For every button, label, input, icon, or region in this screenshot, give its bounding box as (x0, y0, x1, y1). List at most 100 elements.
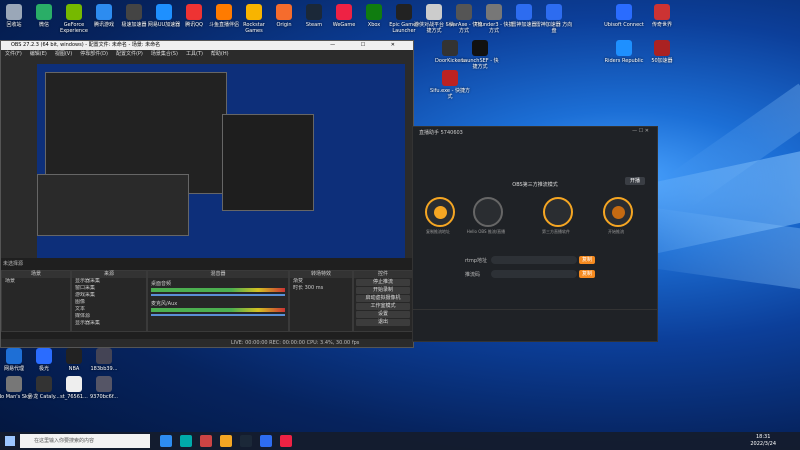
helper-step-label-1: Hello OBS 推流/直播 (466, 229, 506, 234)
desktop-right-icon-1[interactable]: 传奇世界 (642, 4, 682, 28)
taskbar-app-icon-2[interactable] (200, 435, 212, 447)
taskbar-search[interactable]: 在这里输入你要搜索的内容 (20, 434, 150, 448)
desktop-mid-icon-2[interactable]: Sifu.exe - 快捷方式 (430, 70, 470, 100)
helper-window-controls[interactable]: — ☐ ✕ (632, 128, 649, 134)
controls-title: 控件 (354, 271, 412, 278)
taskbar-app-icon-0[interactable] (160, 435, 172, 447)
transition-duration[interactable]: 时长 300 ms (290, 285, 352, 292)
volume-meter (151, 288, 285, 292)
volume-slider[interactable] (151, 294, 285, 296)
transition-type[interactable]: 渐变 (290, 278, 352, 285)
scene-item-0[interactable]: 场景 (2, 278, 70, 285)
desktop-right-icon-3-icon (654, 40, 670, 56)
desktop-icon-11-icon (336, 4, 352, 20)
source-item-6[interactable]: 显示器采集 (72, 320, 146, 327)
obs-menu-item-2[interactable]: 视图(V) (55, 51, 72, 57)
step-node-3[interactable] (543, 197, 573, 227)
helper-titlebar[interactable]: 直播助手 5740603 — ☐ ✕ (413, 127, 657, 137)
control-button-2[interactable]: 启动虚拟摄像机 (356, 295, 410, 302)
obs-menu-item-4[interactable]: 配置文件(P) (116, 51, 143, 57)
source-item-2[interactable]: 游戏采集 (72, 292, 146, 299)
clock[interactable]: 18:31 2022/3/24 (750, 434, 776, 448)
desktop-icon-17-icon (516, 4, 532, 20)
taskbar: 在这里输入你要搜索的内容 18:31 2022/3/24 (0, 432, 800, 450)
step-node-1[interactable] (425, 197, 455, 227)
desktop-right-icon-2-label: Riders Republic (604, 58, 644, 64)
obs-titlebar[interactable]: OBS 27.2.3 (64 bit, windows) - 配置文件: 未命名… (1, 41, 413, 50)
rtmp-field[interactable] (491, 256, 577, 264)
search-placeholder: 在这里输入你要搜索的内容 (34, 438, 95, 444)
desktop-icon-2-icon (66, 4, 82, 20)
sources-panel[interactable]: 来源 显示器采集 窗口采集 游戏采集 图像 文本 媒体源 显示器采集 (71, 270, 147, 332)
taskbar-app-icon-1[interactable] (180, 435, 192, 447)
desktop-right-icon-2[interactable]: Riders Republic (604, 40, 644, 64)
desktop-mid-icon-1[interactable]: LaunchSEF - 快捷方式 (460, 40, 500, 70)
helper-footer-toolbar[interactable] (413, 309, 657, 336)
desktop-icon-3-icon (96, 4, 112, 20)
copy-rtmp-button[interactable]: 复制 (579, 256, 595, 264)
source-item-4[interactable]: 文本 (72, 306, 146, 313)
desktop-right-icon-0[interactable]: Ubisoft Connect (604, 4, 644, 28)
control-button-0[interactable]: 停止推流 (356, 279, 410, 286)
source-item-0[interactable]: 显示器采集 (72, 278, 146, 285)
obs-menu-item-5[interactable]: 场景集合(S) (151, 51, 178, 57)
desktop-bottom-icon-2-icon (66, 348, 82, 364)
control-button-3[interactable]: 工作室模式 (356, 303, 410, 310)
control-button-4[interactable]: 设置 (356, 311, 410, 318)
desktop-bottom-icon-7-icon (96, 376, 112, 392)
desktop-mid-icon-2-label: Sifu.exe - 快捷方式 (430, 88, 470, 100)
desktop-icon-18-label: 雷神加速器 方向盘 (535, 22, 573, 34)
control-button-1[interactable]: 开始录制 (356, 287, 410, 294)
obs-window[interactable]: OBS 27.2.3 (64 bit, windows) - 配置文件: 未命名… (0, 40, 414, 348)
mixer-track-0[interactable]: 桌面音频 (148, 278, 288, 298)
obs-preview[interactable] (37, 64, 405, 274)
obs-menu-item-3[interactable]: 停靠部件(D) (80, 51, 108, 57)
desktop-bottom-icon-1-icon (36, 348, 52, 364)
desktop-bottom-icon-3[interactable]: 183bb39... (84, 348, 124, 372)
desktop-icon-5-icon (156, 4, 172, 20)
obs-title: OBS 27.2.3 (64 bit, windows) - 配置文件: 未命名… (11, 42, 161, 48)
volume-slider[interactable] (151, 314, 285, 316)
start-icon[interactable] (5, 436, 15, 446)
control-button-5[interactable]: 退出 (356, 319, 410, 326)
desktop-right-icon-1-icon (654, 4, 670, 20)
step-node-4[interactable] (603, 197, 633, 227)
taskbar-app-icon-3[interactable] (220, 435, 232, 447)
desktop-right-icon-3[interactable]: 50加速器 (642, 40, 682, 64)
step-node-2[interactable] (473, 197, 503, 227)
desktop-icon-4-icon (126, 4, 142, 20)
source-item-5[interactable]: 媒体源 (72, 313, 146, 320)
transitions-panel[interactable]: 转场特效 渐变 时长 300 ms (289, 270, 353, 332)
source-item-1[interactable]: 窗口采集 (72, 285, 146, 292)
mixer-track-1[interactable]: 麦克风/Aux (148, 298, 288, 318)
source-item-3[interactable]: 图像 (72, 299, 146, 306)
rtmp-label: rtmp地址 (465, 258, 488, 264)
mixer-panel[interactable]: 混音器 桌面音频 麦克风/Aux (147, 270, 289, 332)
controls-panel[interactable]: 控件 停止推流 开始录制 启动虚拟摄像机 工作室模式 设置 退出 (353, 270, 413, 332)
scenes-panel[interactable]: 场景 场景 (1, 270, 71, 332)
desktop-bottom-icon-4-icon (6, 376, 22, 392)
copy-key-button[interactable]: 复制 (579, 270, 595, 278)
obs-menu-item-0[interactable]: 文件(F) (5, 51, 22, 57)
desktop-icon-18[interactable]: 雷神加速器 方向盘 (534, 4, 574, 34)
taskbar-app-icon-4[interactable] (240, 435, 252, 447)
desktop-icon-6-icon (186, 4, 202, 20)
desktop-bottom-icon-3-label: 183bb39... (90, 366, 118, 372)
desktop-bottom-icon-5-icon (36, 376, 52, 392)
mixer-title: 混音器 (148, 271, 288, 278)
desktop-bottom-icon-7[interactable]: 9370bc6f... (84, 376, 124, 400)
obs-menu-item-6[interactable]: 工具(T) (186, 51, 203, 57)
key-field[interactable] (491, 270, 577, 278)
window-controls[interactable]: — ☐ ✕ (330, 41, 407, 50)
desktop-bottom-icon-6-icon (66, 376, 82, 392)
obs-menubar[interactable]: 文件(F) 编辑(E) 视图(V) 停靠部件(D) 配置文件(P) 场景集合(S) 工具(T… (1, 50, 413, 58)
desktop-right-icon-0-icon (616, 4, 632, 20)
obs-menu-item-7[interactable]: 帮助(H) (211, 51, 229, 57)
clock-date: 2022/3/24 (750, 441, 776, 447)
stream-helper-window[interactable]: 直播助手 5740603 — ☐ ✕ OBS第三方推流模式 开播 复制推流地址 H… (412, 126, 658, 342)
taskbar-app-icon-6[interactable] (280, 435, 292, 447)
taskbar-app-icon-5[interactable] (260, 435, 272, 447)
helper-start-button[interactable]: 开播 (625, 177, 645, 185)
obs-menu-item-1[interactable]: 编辑(E) (30, 51, 47, 57)
desktop-mid-icon-1-label: LaunchSEF - 快捷方式 (461, 58, 499, 70)
